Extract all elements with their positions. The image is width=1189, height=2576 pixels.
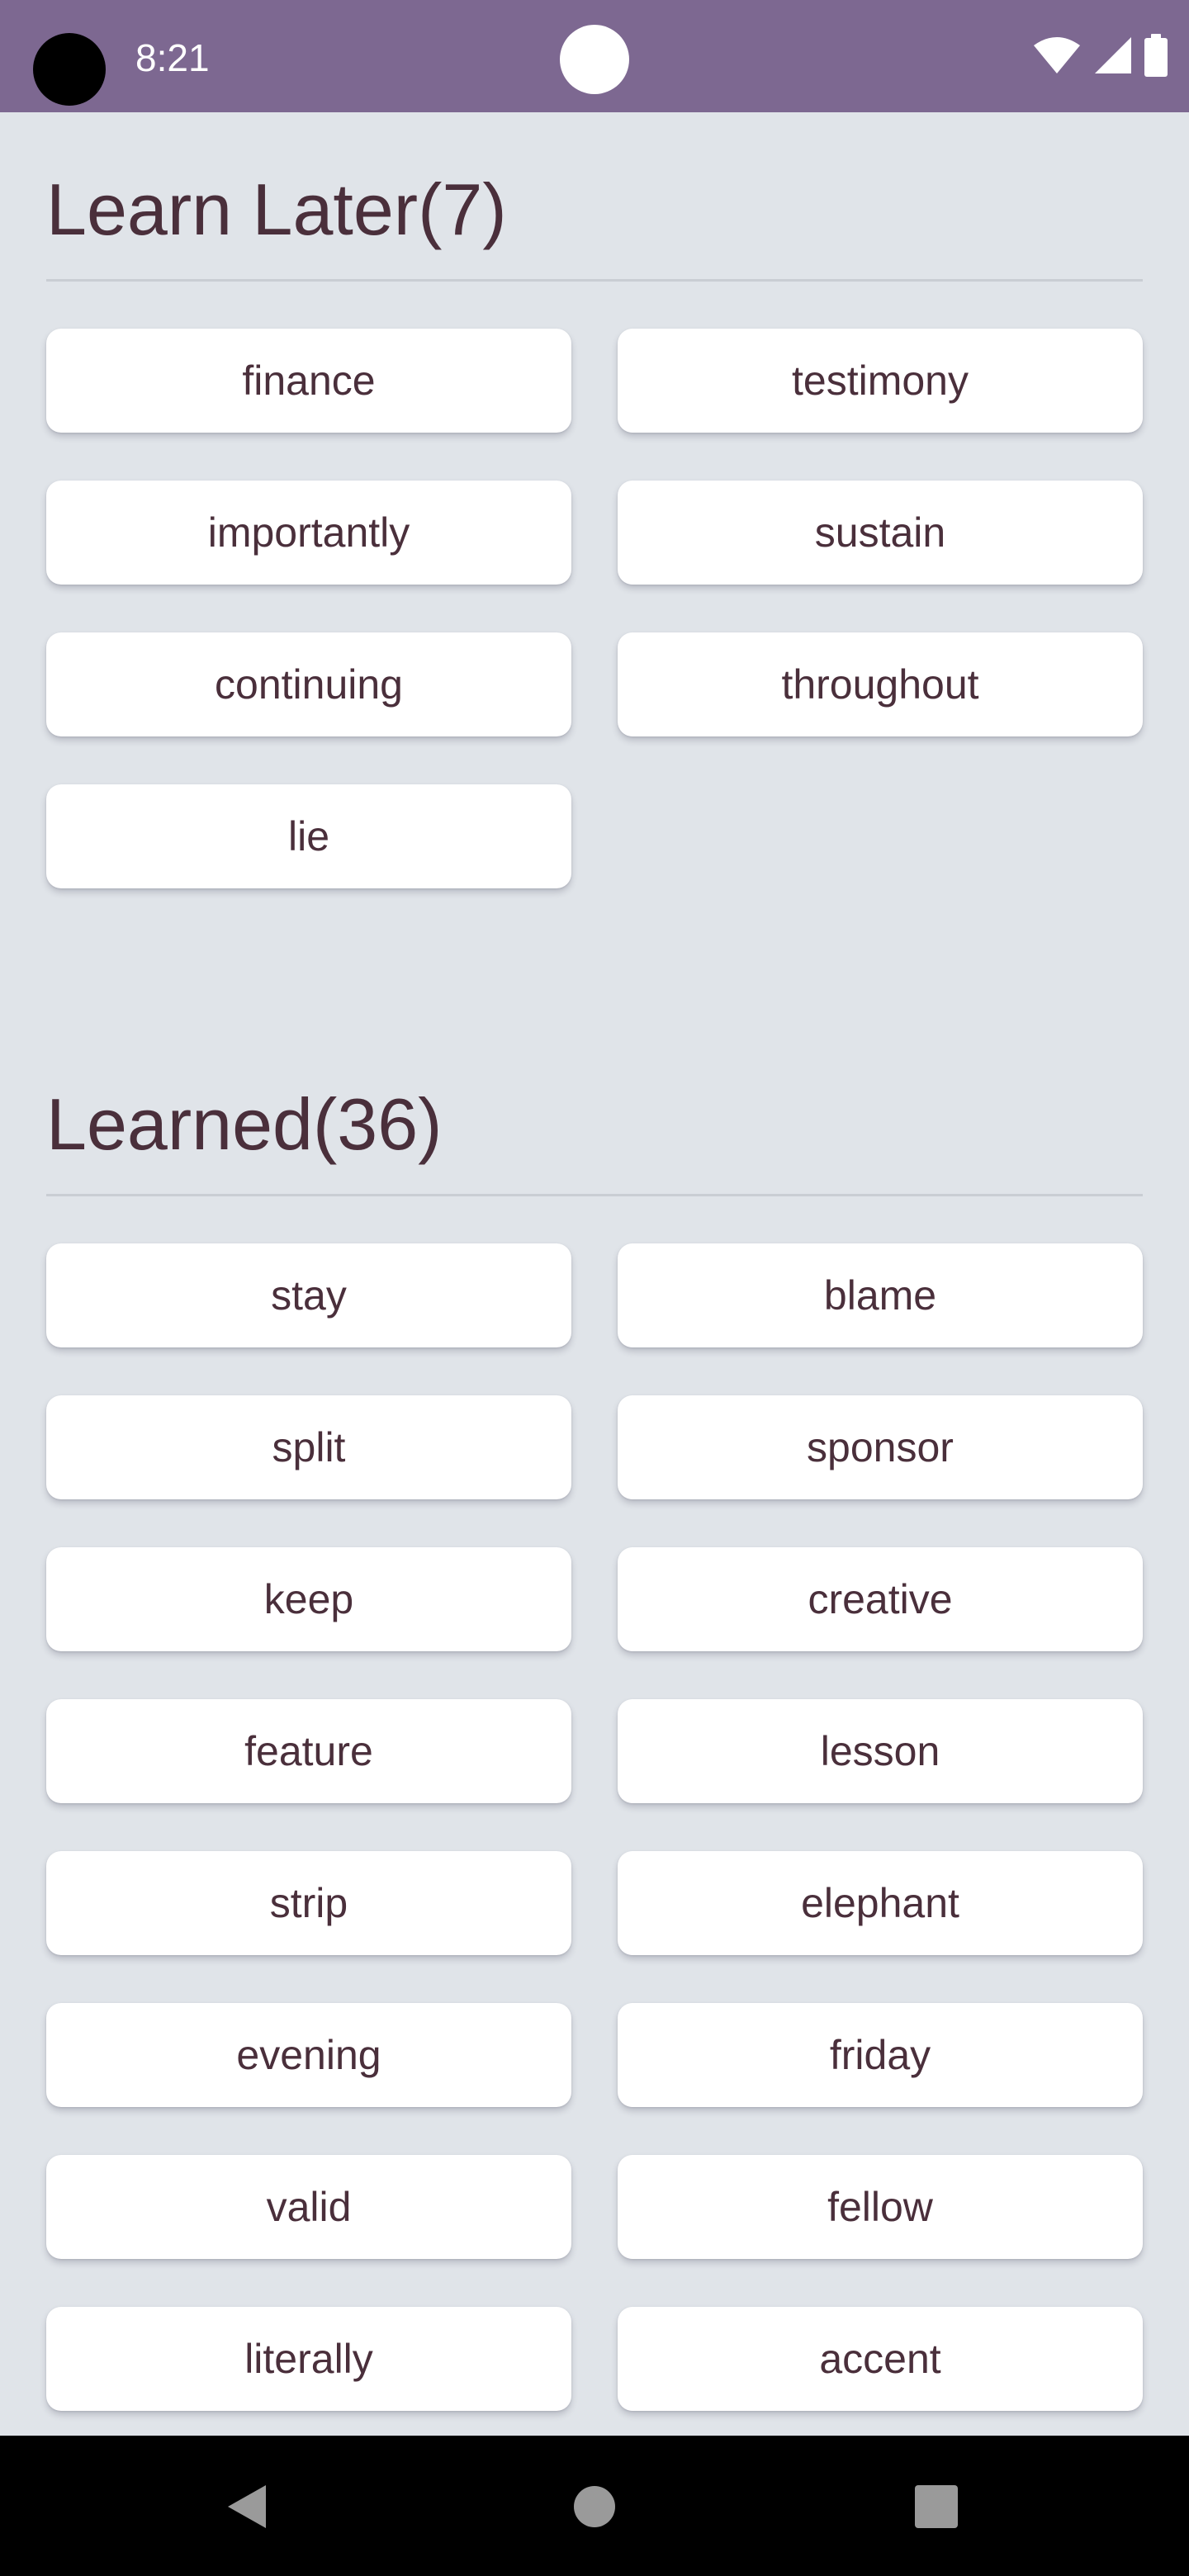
wifi-icon	[1032, 36, 1082, 75]
word-list-screen[interactable]: Learn Later(7) finance testimony important…	[0, 112, 1189, 2436]
battery-icon	[1144, 34, 1168, 77]
learned-title: Learned(36)	[46, 1083, 443, 1165]
status-icons	[1032, 33, 1168, 78]
status-bar: 8:21	[0, 0, 1189, 112]
word-card[interactable]: accent	[618, 2307, 1143, 2411]
back-icon[interactable]	[225, 2484, 271, 2534]
word-card[interactable]: blame	[618, 1243, 1143, 1347]
navigation-bar	[0, 2436, 1189, 2576]
word-card[interactable]: testimony	[618, 329, 1143, 433]
learn-later-divider	[46, 279, 1143, 282]
word-card[interactable]: strip	[46, 1851, 571, 1955]
camera-cutout	[33, 33, 106, 106]
word-card[interactable]: lie	[46, 784, 571, 888]
word-card[interactable]: throughout	[618, 632, 1143, 736]
word-card[interactable]: lesson	[618, 1699, 1143, 1803]
word-card[interactable]: importantly	[46, 481, 571, 585]
word-card[interactable]: continuing	[46, 632, 571, 736]
learned-divider	[46, 1194, 1143, 1196]
learn-later-title: Learn Later(7)	[46, 168, 507, 250]
word-card[interactable]: evening	[46, 2003, 571, 2107]
home-icon[interactable]	[573, 2485, 616, 2532]
word-card[interactable]: finance	[46, 329, 571, 433]
word-card[interactable]: feature	[46, 1699, 571, 1803]
status-time: 8:21	[135, 36, 210, 79]
word-card[interactable]: sponsor	[618, 1395, 1143, 1499]
word-card[interactable]: valid	[46, 2155, 571, 2259]
recents-icon[interactable]	[915, 2485, 958, 2532]
word-card[interactable]: keep	[46, 1547, 571, 1651]
signal-icon	[1093, 36, 1133, 75]
word-card[interactable]: sustain	[618, 481, 1143, 585]
word-card[interactable]: literally	[46, 2307, 571, 2411]
notification-dot	[560, 25, 629, 94]
word-card[interactable]: elephant	[618, 1851, 1143, 1955]
word-card[interactable]: friday	[618, 2003, 1143, 2107]
word-card[interactable]: stay	[46, 1243, 571, 1347]
word-card[interactable]: fellow	[618, 2155, 1143, 2259]
word-card[interactable]: split	[46, 1395, 571, 1499]
word-card[interactable]: creative	[618, 1547, 1143, 1651]
